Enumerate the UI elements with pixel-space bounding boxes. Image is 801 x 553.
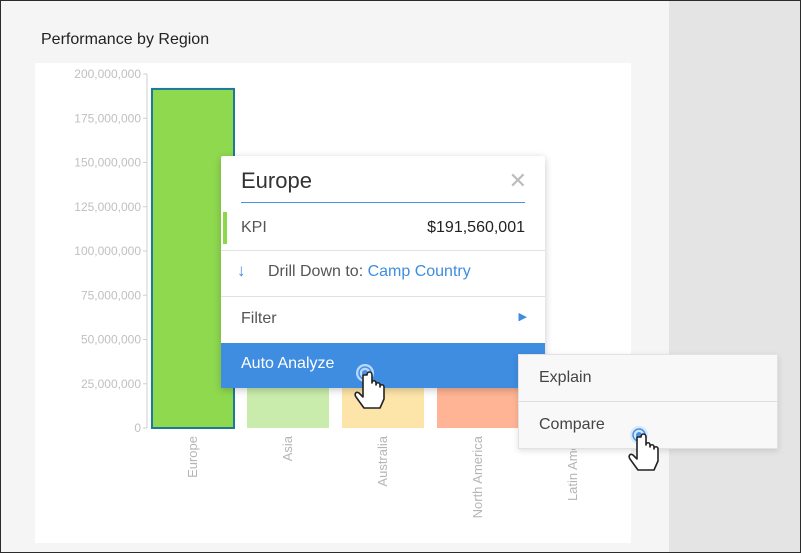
- app-frame: Performance by Region 200,000,000 175,000…: [0, 0, 801, 553]
- y-axis-tick-label: 150,000,000: [74, 156, 141, 170]
- drill-down-prefix: Drill Down to:: [268, 263, 368, 280]
- data-point-popup: Europe ✕ KPI $191,560,001 ↓ Drill Down t…: [221, 156, 545, 388]
- hand-cursor-icon: [354, 364, 385, 409]
- popup-title-underline: [241, 202, 525, 203]
- kpi-value: $191,560,001: [427, 219, 525, 236]
- x-axis-label: North America: [470, 435, 485, 518]
- filter-option[interactable]: Filter ▶: [221, 297, 545, 342]
- y-axis-tick-label: 125,000,000: [74, 200, 141, 214]
- x-axis-label: Europe: [185, 436, 200, 478]
- y-axis-tick-label: 25,000,000: [81, 377, 141, 391]
- chart-title: Performance by Region: [41, 31, 210, 48]
- side-panel: [669, 1, 800, 552]
- y-axis-tick-label: 0: [134, 421, 141, 435]
- x-axis-label: Asia: [280, 435, 295, 461]
- kpi-color-marker: [223, 212, 227, 244]
- drill-down-target-link[interactable]: Camp Country: [368, 263, 471, 280]
- y-axis-tick-label: 200,000,000: [74, 67, 141, 81]
- hand-cursor-icon: [628, 426, 659, 471]
- chevron-right-icon: ▶: [518, 311, 527, 323]
- kpi-row: KPI $191,560,001: [221, 208, 545, 251]
- popup-title: Europe: [241, 168, 312, 193]
- explain-option[interactable]: Explain: [519, 355, 777, 402]
- compare-label: Compare: [539, 416, 605, 433]
- y-axis-tick-label: 100,000,000: [74, 244, 141, 258]
- x-axis-label: Australia: [375, 435, 390, 486]
- filter-label: Filter: [241, 310, 277, 327]
- drill-down-option[interactable]: ↓ Drill Down to: Camp Country: [221, 251, 545, 297]
- drill-down-text: Drill Down to: Camp Country: [268, 263, 471, 281]
- arrow-down-icon: ↓: [237, 261, 246, 280]
- close-icon[interactable]: ✕: [509, 168, 527, 194]
- y-axis-tick-label: 50,000,000: [81, 333, 141, 347]
- auto-analyze-label: Auto Analyze: [241, 355, 335, 372]
- y-axis-tick-label: 75,000,000: [81, 288, 141, 302]
- explain-label: Explain: [539, 369, 592, 386]
- y-axis-tick-label: 175,000,000: [74, 111, 141, 125]
- kpi-label: KPI: [241, 219, 267, 236]
